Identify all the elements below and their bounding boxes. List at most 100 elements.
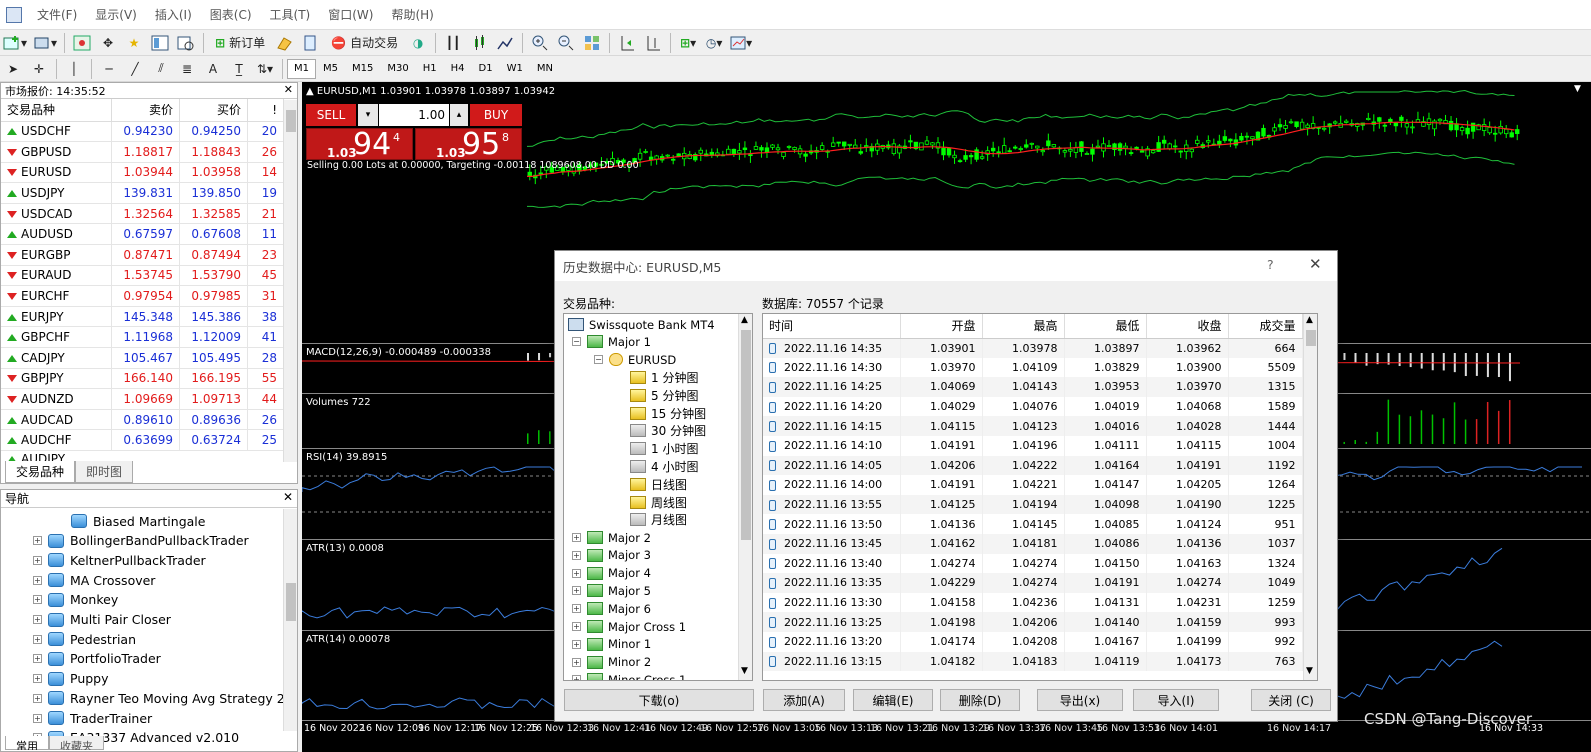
close-icon[interactable]: ✕ bbox=[283, 490, 293, 507]
navigator-ea-item[interactable]: + MA Crossover bbox=[33, 570, 155, 590]
tree-group[interactable]: + Major 4 bbox=[572, 565, 651, 582]
tree-group[interactable]: + Minor 1 bbox=[572, 636, 651, 653]
menu-window[interactable]: 窗口(W) bbox=[319, 6, 382, 23]
auto-scroll-icon[interactable] bbox=[616, 32, 638, 54]
timeframe-m30[interactable]: M30 bbox=[380, 59, 415, 79]
quote-row[interactable]: GBPUSD 1.18817 1.18843 26 bbox=[1, 141, 284, 163]
add-button[interactable]: 添加(A) bbox=[763, 689, 845, 711]
expand-icon[interactable]: + bbox=[572, 586, 581, 596]
tree-group[interactable]: + Major 5 bbox=[572, 582, 651, 599]
zoom-in-icon[interactable] bbox=[529, 32, 551, 54]
buy-price-box[interactable]: 1.03 95 8 bbox=[415, 127, 522, 162]
market-watch-icon[interactable] bbox=[71, 32, 93, 54]
menu-insert[interactable]: 插入(I) bbox=[146, 6, 201, 23]
close-button[interactable]: 关闭 (C) bbox=[1251, 689, 1331, 711]
tree-timeframe[interactable]: 15 分钟图 bbox=[630, 405, 706, 422]
history-row[interactable]: 2022.11.16 13:40 1.04274 1.04274 1.04150 1.0… bbox=[763, 553, 1303, 574]
timeframe-h4[interactable]: H4 bbox=[444, 59, 472, 79]
quote-row[interactable]: EURUSD 1.03944 1.03958 14 bbox=[1, 162, 284, 184]
timeframe-d1[interactable]: D1 bbox=[472, 59, 500, 79]
tab-common[interactable]: 常用 bbox=[5, 736, 49, 750]
col-ask[interactable]: 买价 bbox=[179, 99, 248, 122]
col-volume[interactable]: 成交量 bbox=[1228, 314, 1303, 339]
navigator-ea-item[interactable]: + PortfolioTrader bbox=[33, 649, 161, 669]
quote-row[interactable]: AUDCHF 0.63699 0.63724 25 bbox=[1, 429, 284, 451]
expand-icon[interactable]: + bbox=[572, 675, 581, 680]
expand-icon[interactable]: + bbox=[572, 622, 581, 631]
periods-clock-icon[interactable]: ◷ ▾ bbox=[703, 32, 725, 54]
menu-help[interactable]: 帮助(H) bbox=[382, 6, 442, 23]
history-row[interactable]: 2022.11.16 14:25 1.04069 1.04143 1.03953 1.0… bbox=[763, 377, 1303, 397]
zoom-out-icon[interactable] bbox=[555, 32, 577, 54]
lot-up-icon[interactable]: ▴ bbox=[450, 104, 468, 126]
tree-group[interactable]: + Minor 2 bbox=[572, 654, 651, 671]
expand-icon[interactable]: + bbox=[572, 568, 581, 578]
expand-icon[interactable]: + bbox=[572, 550, 581, 560]
history-row[interactable]: 2022.11.16 14:10 1.04191 1.04196 1.04111 1.0… bbox=[763, 435, 1303, 456]
col-high[interactable]: 最高 bbox=[982, 314, 1065, 339]
timeframe-mn[interactable]: MN bbox=[530, 59, 560, 79]
tree-timeframe[interactable]: 5 分钟图 bbox=[630, 387, 698, 404]
tree-timeframe[interactable]: 30 分钟图 bbox=[630, 422, 706, 439]
tree-group[interactable]: + Minor Cross 1 bbox=[572, 671, 686, 680]
quote-row[interactable]: GBPCHF 1.11968 1.12009 41 bbox=[1, 326, 284, 349]
bar-chart-icon[interactable]: ┃┃ bbox=[442, 32, 464, 54]
import-button[interactable]: 导入(I) bbox=[1133, 689, 1219, 711]
tree-timeframe[interactable]: 周线图 bbox=[630, 494, 687, 511]
collapse-icon[interactable]: − bbox=[594, 355, 603, 364]
quote-row[interactable]: EURGBP 0.87471 0.87494 23 bbox=[1, 244, 284, 266]
expand-icon[interactable]: + bbox=[33, 634, 42, 644]
history-row[interactable]: 2022.11.16 13:30 1.04158 1.04236 1.04131 1.0… bbox=[763, 592, 1303, 613]
history-row[interactable]: 2022.11.16 14:20 1.04029 1.04076 1.04019 1.0… bbox=[763, 396, 1303, 417]
auto-trading-button[interactable]: ⛔ 自动交易 bbox=[326, 32, 403, 54]
expand-icon[interactable]: + bbox=[33, 595, 42, 605]
history-row[interactable]: 2022.11.16 13:50 1.04136 1.04145 1.04085 1.0… bbox=[763, 514, 1303, 534]
tree-major1[interactable]: − Major 1 bbox=[572, 333, 651, 350]
navigator-ea-item[interactable]: + Pedestrian bbox=[33, 629, 136, 649]
trendline-icon[interactable]: ╱ bbox=[124, 58, 146, 80]
profiles-icon[interactable]: ▾ bbox=[32, 32, 58, 54]
expand-icon[interactable]: + bbox=[33, 536, 42, 546]
navigator-ea-item[interactable]: + Multi Pair Closer bbox=[33, 610, 171, 630]
chart-scroll-icon[interactable]: ▼ bbox=[1574, 84, 1581, 94]
tree-group[interactable]: + Major 2 bbox=[572, 529, 651, 546]
market-watch-scrollbar[interactable] bbox=[283, 100, 297, 462]
menu-tools[interactable]: 工具(T) bbox=[261, 6, 320, 23]
navigator-ea-item[interactable]: + Puppy bbox=[33, 669, 109, 689]
tree-scrollbar[interactable]: ▲ ▼ bbox=[738, 314, 752, 680]
indicators-icon[interactable]: ⊞ ▾ bbox=[677, 32, 699, 54]
navigator-scrollbar[interactable] bbox=[283, 509, 297, 731]
lot-size-input[interactable]: 1.00 bbox=[379, 104, 449, 126]
quote-row[interactable]: CADJPY 105.467 105.495 28 bbox=[1, 347, 284, 369]
buy-button[interactable]: BUY bbox=[470, 104, 522, 126]
col-close[interactable]: 收盘 bbox=[1146, 314, 1229, 339]
close-icon[interactable]: ✕ bbox=[1309, 255, 1322, 273]
history-row[interactable]: 2022.11.16 13:55 1.04125 1.04194 1.04098 1.0… bbox=[763, 494, 1303, 515]
timeframe-m15[interactable]: M15 bbox=[345, 59, 380, 79]
horizontal-line-icon[interactable]: ─ bbox=[98, 58, 120, 80]
close-icon[interactable]: ✕ bbox=[284, 83, 293, 98]
timeframe-m5[interactable]: M5 bbox=[316, 59, 345, 79]
expand-icon[interactable]: + bbox=[33, 713, 42, 723]
equidistant-channel-icon[interactable]: ⫽ bbox=[150, 58, 172, 80]
signals-icon[interactable] bbox=[300, 32, 322, 54]
navigator-ea-item[interactable]: + Monkey bbox=[33, 590, 118, 610]
col-open[interactable]: 开盘 bbox=[900, 314, 983, 339]
arrows-icon[interactable]: ⇅▾ bbox=[254, 58, 276, 80]
quote-row[interactable]: EURJPY 145.348 145.386 38 bbox=[1, 306, 284, 328]
collapse-icon[interactable]: − bbox=[572, 337, 581, 346]
quote-row[interactable]: AUDNZD 1.09669 1.09713 44 bbox=[1, 388, 284, 410]
chart-shift-icon[interactable] bbox=[642, 32, 664, 54]
grid-scrollbar[interactable]: ▲ ▼ bbox=[1303, 314, 1317, 680]
terminal-icon[interactable] bbox=[149, 32, 171, 54]
expand-icon[interactable]: + bbox=[572, 533, 581, 542]
delete-button[interactable]: 删除(D) bbox=[940, 689, 1020, 711]
expand-icon[interactable]: + bbox=[33, 693, 42, 703]
expand-icon[interactable]: + bbox=[572, 657, 581, 667]
fibonacci-icon[interactable]: ≣ bbox=[176, 58, 198, 80]
quote-row[interactable]: USDCHF 0.94230 0.94250 20 bbox=[1, 121, 284, 143]
navigator-ea-item[interactable]: + BollingerBandPullbackTrader bbox=[33, 531, 249, 551]
history-row[interactable]: 2022.11.16 14:05 1.04206 1.04222 1.04164 1.0… bbox=[763, 455, 1303, 476]
new-order-button[interactable]: ⊞ 新订单 bbox=[210, 32, 270, 54]
tree-group[interactable]: + Major Cross 1 bbox=[572, 618, 686, 635]
